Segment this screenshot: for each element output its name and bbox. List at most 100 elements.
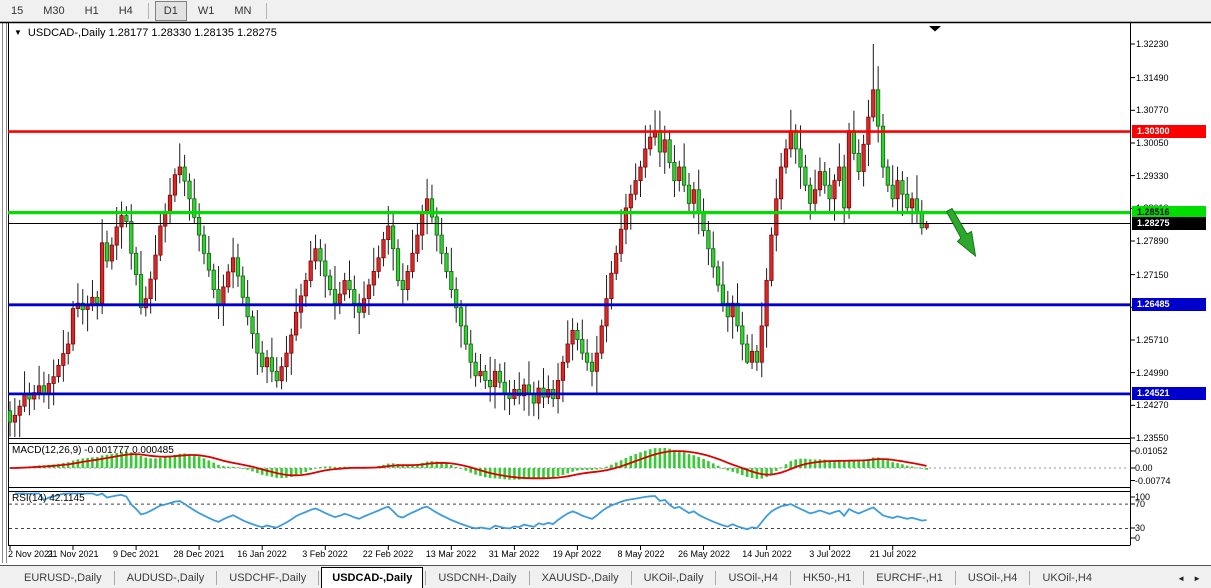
bull-candle bbox=[614, 252, 619, 274]
bull-candle bbox=[148, 278, 153, 300]
tab-separator bbox=[790, 571, 791, 585]
tab-separator bbox=[216, 571, 218, 585]
bull-candle bbox=[167, 194, 173, 214]
price-axis-label: 1.24270 bbox=[1136, 400, 1169, 410]
bear-candle bbox=[429, 198, 435, 218]
macd-bar bbox=[707, 461, 710, 468]
bear-candle bbox=[347, 280, 352, 291]
bull-candle bbox=[769, 234, 774, 281]
tab-ukoil-daily[interactable]: UKOil-,Daily bbox=[634, 568, 714, 588]
bull-candle bbox=[609, 272, 614, 300]
bull-candle bbox=[70, 308, 76, 345]
price-tag-support-blue-line-1: 1.26485 bbox=[1132, 298, 1206, 311]
macd-bar bbox=[304, 468, 308, 473]
macd-bar bbox=[600, 468, 603, 469]
tab-xauusd-daily[interactable]: XAUUSD-,Daily bbox=[532, 568, 629, 588]
date-axis-label: 19 Apr 2022 bbox=[552, 549, 602, 559]
macd-bar bbox=[226, 466, 230, 468]
macd-bar bbox=[547, 468, 550, 478]
macd-bar bbox=[159, 457, 162, 468]
macd-bar bbox=[91, 457, 94, 468]
bull-candle bbox=[226, 271, 231, 288]
macd-bar bbox=[692, 455, 696, 468]
tab-separator bbox=[425, 571, 427, 585]
tab-scroll-left-icon[interactable]: ◄ bbox=[1177, 574, 1185, 583]
macd-bar bbox=[561, 468, 565, 475]
macd-bar bbox=[110, 453, 114, 468]
tab-usdcnh-daily[interactable]: USDCNH-,Daily bbox=[428, 568, 526, 588]
macd-bar bbox=[537, 468, 540, 479]
bear-candle bbox=[240, 275, 245, 298]
chart-title-text: USDCAD-,Daily 1.28177 1.28330 1.28135 1.… bbox=[27, 27, 277, 39]
bear-candle bbox=[468, 343, 473, 363]
bear-candle bbox=[463, 325, 469, 345]
date-axis-label: 22 Feb 2022 bbox=[362, 549, 414, 559]
tab-separator bbox=[715, 571, 717, 585]
macd-bar bbox=[775, 468, 778, 471]
date-axis-label: 3 Feb 2022 bbox=[302, 549, 348, 559]
tab-usdcad-daily[interactable]: USDCAD-,Daily bbox=[321, 567, 424, 588]
bull-candle bbox=[832, 180, 837, 200]
down-right-arrow-annotation[interactable] bbox=[945, 207, 977, 258]
bull-candle bbox=[783, 148, 789, 168]
macd-bar bbox=[542, 468, 545, 478]
rsi-line bbox=[14, 492, 927, 531]
macd-bar bbox=[222, 466, 225, 468]
tab-usdchf-daily[interactable]: USDCHF-,Daily bbox=[219, 568, 316, 588]
tab-eurchf-h1[interactable]: EURCHF-,H1 bbox=[866, 568, 953, 588]
bear-candle bbox=[856, 152, 861, 172]
tab-scroll-right-icon[interactable]: ► bbox=[1193, 574, 1201, 583]
macd-axis-label: -0.00774 bbox=[1135, 476, 1171, 486]
bear-candle bbox=[332, 289, 338, 304]
tab-ukoil-h4[interactable]: UKOil-,H4 bbox=[1032, 568, 1102, 588]
macd-bar bbox=[202, 458, 206, 468]
bear-candle bbox=[682, 166, 687, 186]
bull-candle bbox=[279, 366, 284, 382]
bull-candle bbox=[788, 130, 793, 150]
trading-terminal-window: 15 M30 H1 H4 D1 W1 MN ▼ USDCAD-,Daily 1.28177 1… bbox=[0, 0, 1211, 588]
macd-bar bbox=[653, 448, 657, 468]
tab-hk50-h1[interactable]: HK50-,H1 bbox=[793, 568, 861, 588]
bear-candle bbox=[206, 252, 211, 271]
bear-candle bbox=[235, 257, 241, 277]
macd-bar bbox=[779, 467, 783, 469]
bull-candle bbox=[221, 286, 226, 305]
tab-audusd-daily[interactable]: AUDUSD-,Daily bbox=[117, 568, 215, 588]
tab-usoil-h4[interactable]: USOil-,H4 bbox=[958, 568, 1028, 588]
macd-bar bbox=[910, 466, 914, 468]
tab-usoil-h4[interactable]: USOil-,H4 bbox=[718, 568, 788, 588]
macd-bar bbox=[842, 461, 846, 468]
bear-candle bbox=[502, 381, 507, 395]
macd-bar bbox=[144, 457, 148, 468]
tab-scroll-arrows: ◄ ► bbox=[1173, 574, 1211, 588]
chart-tab-bar: EURUSD-,Daily AUDUSD-,Daily USDCHF-,Daily U… bbox=[0, 565, 1211, 588]
bear-candle bbox=[318, 248, 323, 262]
bull-candle bbox=[46, 383, 51, 395]
macd-bar bbox=[770, 468, 773, 475]
tab-eurusd-daily[interactable]: EURUSD-,Daily bbox=[14, 568, 112, 588]
bull-candle bbox=[415, 234, 420, 254]
macd-bar bbox=[726, 468, 730, 471]
macd-bar bbox=[896, 463, 899, 468]
bear-candle bbox=[851, 130, 857, 154]
bear-candle bbox=[876, 89, 881, 127]
price-axis-label: 1.29330 bbox=[1136, 171, 1169, 181]
bull-candle bbox=[386, 225, 391, 241]
macd-bar bbox=[925, 468, 928, 470]
macd-bar bbox=[207, 460, 211, 468]
macd-bar bbox=[581, 468, 584, 470]
current-bar-marker-icon bbox=[929, 26, 941, 32]
symbol-dropdown-icon[interactable]: ▼ bbox=[14, 28, 22, 37]
macd-bar bbox=[498, 468, 502, 479]
date-axis-label: 8 May 2022 bbox=[617, 549, 665, 559]
bear-candle bbox=[7, 410, 13, 423]
price-axis-label: 1.27890 bbox=[1136, 236, 1169, 246]
bear-candle bbox=[754, 350, 760, 363]
bull-candle bbox=[17, 405, 22, 416]
rsi-axis-label: 30 bbox=[1135, 523, 1146, 533]
bull-candle bbox=[177, 166, 182, 176]
bull-candle bbox=[604, 298, 609, 327]
date-axis-label: 21 Nov 2021 bbox=[47, 549, 99, 559]
bear-candle bbox=[575, 329, 580, 340]
macd-bar bbox=[163, 457, 167, 468]
